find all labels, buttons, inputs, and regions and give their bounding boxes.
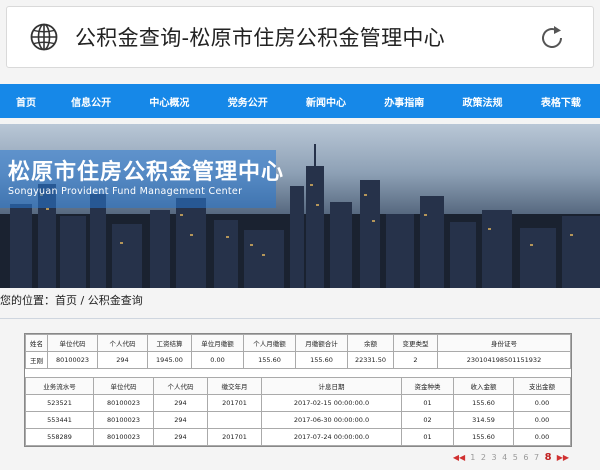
table-cell: 155.60 <box>453 428 514 446</box>
page-link[interactable]: 1 <box>470 453 475 462</box>
table-cell: 2017-07-24 00:00:00.0 <box>261 428 402 446</box>
table-cell: 0.00 <box>513 411 571 429</box>
table-cell <box>207 411 262 429</box>
table-cell: 558289 <box>25 428 94 446</box>
table-cell: 1945.00 <box>147 351 192 369</box>
next-page-button[interactable]: ▶▶ <box>557 453 569 462</box>
column-header: 单位代码 <box>93 377 154 395</box>
column-header: 姓名 <box>25 334 48 352</box>
column-header: 个人代码 <box>97 334 148 352</box>
table-cell: 201701 <box>207 428 262 446</box>
table-cell: 王刚 <box>25 351 48 369</box>
table-cell: 294 <box>153 394 208 412</box>
table-cell: 0.00 <box>513 394 571 412</box>
page-link[interactable]: 4 <box>502 453 507 462</box>
table-cell: 294 <box>153 411 208 429</box>
page-link[interactable]: 2 <box>481 453 486 462</box>
column-header: 收入金额 <box>453 377 514 395</box>
column-header: 业务流水号 <box>25 377 94 395</box>
page-link[interactable]: 7 <box>534 453 539 462</box>
query-result-panel: 姓名 单位代码 个人代码 工资结算 单位月缴额 个人月缴额 月缴额合计 余额 变… <box>24 333 572 447</box>
column-header: 身份证号 <box>437 334 571 352</box>
column-header: 资金种类 <box>401 377 454 395</box>
table-cell: 0.00 <box>191 351 244 369</box>
table-cell: 0.00 <box>513 428 571 446</box>
table-cell: 155.60 <box>243 351 296 369</box>
table-cell: 80100023 <box>93 394 154 412</box>
main-nav: 首页 信息公开 中心概况 党务公开 新闻中心 办事指南 政策法规 表格下载 <box>0 84 600 118</box>
nav-item-party-affairs[interactable]: 党务公开 <box>209 94 287 109</box>
table-cell: 155.60 <box>453 394 514 412</box>
table-cell: 155.60 <box>295 351 348 369</box>
page-link[interactable]: 5 <box>513 453 518 462</box>
table-row: 王刚 80100023 294 1945.00 0.00 155.60 155.… <box>25 351 571 369</box>
current-page: 8 <box>544 452 552 463</box>
table-row: 558289 80100023 294 201701 2017-07-24 00… <box>25 428 571 446</box>
table-cell: 22331.50 <box>347 351 394 369</box>
table-cell: 314.59 <box>453 411 514 429</box>
address-bar[interactable]: 公积金查询-松原市住房公积金管理中心 <box>6 6 594 68</box>
table-cell: 201701 <box>207 394 262 412</box>
nav-item-center-overview[interactable]: 中心概况 <box>130 94 208 109</box>
transaction-header-row: 业务流水号 单位代码 个人代码 缴交年月 计息日期 资金种类 收入金额 支出金额 <box>25 377 571 395</box>
column-header: 余额 <box>347 334 394 352</box>
globe-icon <box>30 23 58 51</box>
first-page-button[interactable]: ◀◀ <box>453 453 465 462</box>
divider <box>0 318 600 319</box>
table-cell: 230104198501151932 <box>437 351 571 369</box>
reload-icon[interactable] <box>537 23 567 53</box>
table-cell: 553441 <box>25 411 94 429</box>
account-table: 姓名 单位代码 个人代码 工资结算 单位月缴额 个人月缴额 月缴额合计 余额 变… <box>25 334 571 369</box>
table-cell: 2 <box>393 351 438 369</box>
pagination: ◀◀ 1 2 3 4 5 6 7 8 ▶▶ <box>452 452 570 463</box>
table-row: 523521 80100023 294 201701 2017-02-15 00… <box>25 394 571 412</box>
table-cell: 523521 <box>25 394 94 412</box>
column-header: 个人月缴额 <box>243 334 296 352</box>
nav-item-service-guide[interactable]: 办事指南 <box>365 94 443 109</box>
nav-item-info-disclosure[interactable]: 信息公开 <box>52 94 130 109</box>
nav-item-news-center[interactable]: 新闻中心 <box>287 94 365 109</box>
table-cell: 80100023 <box>47 351 98 369</box>
transaction-table: 业务流水号 单位代码 个人代码 缴交年月 计息日期 资金种类 收入金额 支出金额… <box>25 377 571 446</box>
banner: 松原市住房公积金管理中心 Songyuan Provident Fund Man… <box>0 124 600 288</box>
column-header: 计息日期 <box>261 377 402 395</box>
page-link[interactable]: 3 <box>491 453 496 462</box>
table-cell: 80100023 <box>93 428 154 446</box>
page-title: 公积金查询-松原市住房公积金管理中心 <box>75 26 445 50</box>
column-header: 月缴额合计 <box>295 334 348 352</box>
table-row: 553441 80100023 294 2017-06-30 00:00:00.… <box>25 411 571 429</box>
breadcrumb: 您的位置：首页 / 公积金查询 <box>0 294 143 307</box>
table-cell: 80100023 <box>93 411 154 429</box>
column-header: 缴交年月 <box>207 377 262 395</box>
column-header: 个人代码 <box>153 377 208 395</box>
page-link[interactable]: 6 <box>523 453 528 462</box>
account-header-row: 姓名 单位代码 个人代码 工资结算 单位月缴额 个人月缴额 月缴额合计 余额 变… <box>25 334 571 352</box>
column-header: 变更类型 <box>393 334 438 352</box>
nav-item-form-download[interactable]: 表格下载 <box>522 94 600 109</box>
nav-item-home[interactable]: 首页 <box>0 94 52 109</box>
banner-subtitle: Songyuan Provident Fund Management Cente… <box>8 186 243 197</box>
banner-title: 松原市住房公积金管理中心 <box>8 160 285 185</box>
table-cell: 01 <box>401 394 454 412</box>
table-cell: 2017-02-15 00:00:00.0 <box>261 394 402 412</box>
page: 公积金查询-松原市住房公积金管理中心 首页 信息公开 中心概况 党务公开 新闻中… <box>0 0 600 470</box>
table-cell: 294 <box>97 351 148 369</box>
table-cell: 02 <box>401 411 454 429</box>
column-header: 工资结算 <box>147 334 192 352</box>
column-header: 支出金额 <box>513 377 571 395</box>
table-cell: 01 <box>401 428 454 446</box>
table-cell: 294 <box>153 428 208 446</box>
column-header: 单位月缴额 <box>191 334 244 352</box>
table-cell: 2017-06-30 00:00:00.0 <box>261 411 402 429</box>
nav-item-policies[interactable]: 政策法规 <box>443 94 521 109</box>
column-header: 单位代码 <box>47 334 98 352</box>
